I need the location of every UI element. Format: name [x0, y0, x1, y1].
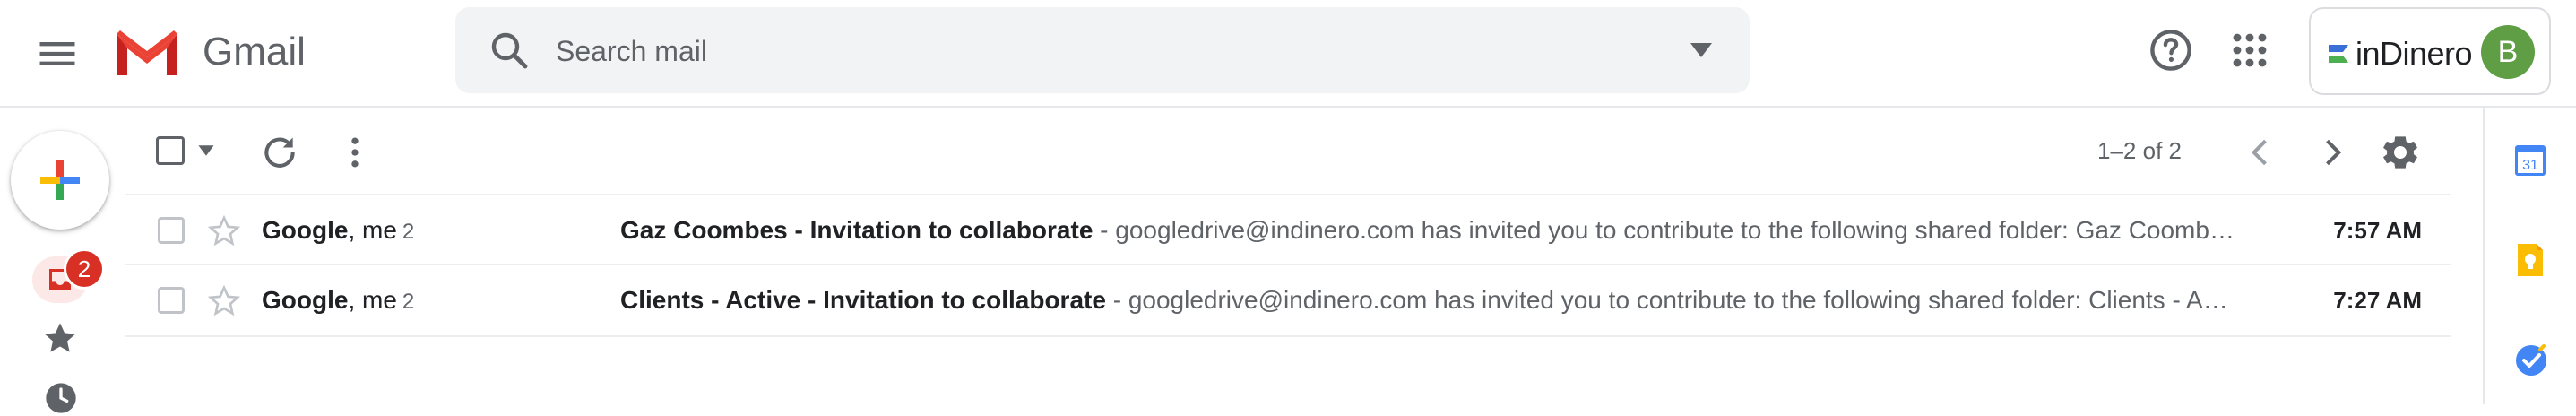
next-page-icon[interactable]: [2312, 133, 2352, 172]
main-menu-icon[interactable]: [34, 30, 81, 77]
top-header: Gmail inDinero B: [0, 0, 2576, 108]
product-name: Gmail: [203, 30, 306, 74]
timestamp: 7:27 AM: [2333, 287, 2422, 314]
thread-count: 2: [402, 290, 415, 314]
inbox-unread-badge: 2: [64, 248, 105, 290]
star-icon[interactable]: [206, 283, 242, 319]
settings-gear-icon[interactable]: [2379, 131, 2422, 174]
search-icon[interactable]: [488, 29, 531, 72]
compose-button[interactable]: [11, 131, 109, 230]
avatar[interactable]: B: [2481, 25, 2535, 79]
thread-count: 2: [402, 220, 415, 244]
row-checkbox[interactable]: [158, 287, 185, 314]
calendar-icon[interactable]: 31: [2513, 142, 2547, 178]
account-switcher[interactable]: inDinero B: [2309, 7, 2551, 95]
nav-starred-icon[interactable]: [41, 319, 79, 357]
message-row[interactable]: Google, me 2 Clients - Active - Invitatio…: [125, 265, 2451, 337]
snippet: - googledrive@indinero.com has invited y…: [1093, 216, 2235, 244]
message-content: Gaz Coombes - Invitation to collaborate …: [620, 215, 2262, 246]
refresh-icon[interactable]: [260, 133, 299, 172]
org-name: inDinero: [2356, 35, 2473, 72]
org-logo-icon: [2329, 45, 2348, 63]
sender-name: Google: [262, 286, 349, 314]
more-options-icon[interactable]: [335, 133, 375, 172]
subject: Gaz Coombes - Invitation to collaborate: [620, 216, 1094, 244]
star-icon[interactable]: [206, 213, 242, 249]
select-all-checkbox[interactable]: [156, 136, 185, 165]
message-row[interactable]: Google, me 2 Gaz Coombes - Invitation to …: [125, 194, 2451, 265]
prev-page-icon[interactable]: [2241, 133, 2280, 172]
snippet: - googledrive@indinero.com has invited y…: [1105, 286, 2228, 314]
subject: Clients - Active - Invitation to collabo…: [620, 286, 1106, 314]
keep-icon[interactable]: [2515, 242, 2546, 278]
timestamp: 7:57 AM: [2333, 217, 2422, 244]
sender-others: , me: [348, 216, 397, 244]
sender-others: , me: [348, 286, 397, 314]
sender: Google, me 2: [262, 285, 414, 317]
side-panel: 31: [2483, 108, 2576, 404]
search-input[interactable]: [554, 25, 1615, 77]
calendar-day: 31: [2522, 158, 2538, 173]
search-bar: [455, 7, 1750, 93]
compose-plus-icon: [40, 160, 80, 200]
row-checkbox[interactable]: [158, 217, 185, 244]
select-dropdown-icon[interactable]: [197, 143, 215, 158]
help-icon[interactable]: [2148, 27, 2194, 74]
gmail-logo-icon[interactable]: [111, 25, 183, 79]
google-apps-icon[interactable]: [2228, 29, 2271, 72]
nav-snoozed-icon[interactable]: [43, 380, 79, 416]
pagination-label: 1–2 of 2: [2097, 137, 2182, 164]
sender-name: Google: [262, 216, 349, 244]
tasks-icon[interactable]: [2513, 342, 2549, 378]
message-content: Clients - Active - Invitation to collabo…: [620, 285, 2262, 316]
search-options-dropdown-icon[interactable]: [1689, 39, 1714, 61]
sender: Google, me 2: [262, 215, 414, 247]
